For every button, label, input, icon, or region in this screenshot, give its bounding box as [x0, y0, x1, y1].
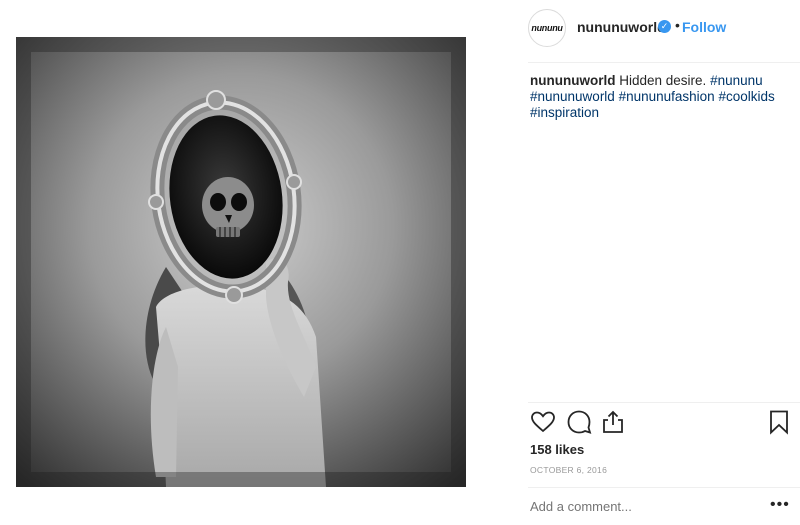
username-link[interactable]: nununuworld: [577, 19, 666, 35]
bookmark-icon[interactable]: [766, 409, 792, 435]
hashtag-link[interactable]: #nununu: [710, 73, 763, 88]
hashtag-link[interactable]: #inspiration: [530, 105, 599, 120]
share-icon[interactable]: [600, 409, 626, 435]
action-bar: [528, 409, 792, 437]
comment-input[interactable]: [530, 499, 760, 514]
avatar-logo-text: nununu: [531, 23, 563, 33]
header-separator: •: [675, 17, 680, 33]
comment-icon[interactable]: [566, 409, 592, 435]
avatar[interactable]: nununu: [528, 9, 566, 47]
photo-illustration: [16, 37, 466, 487]
divider: [528, 402, 800, 403]
hashtag-link[interactable]: #coolkids: [718, 89, 774, 104]
follow-button[interactable]: Follow: [682, 19, 726, 35]
divider: [528, 487, 800, 488]
divider: [528, 62, 800, 63]
post-header: nununu nununuworld ✓ • Follow: [516, 0, 800, 56]
caption-text: Hidden desire.: [619, 73, 707, 88]
more-options-icon[interactable]: •••: [770, 496, 790, 514]
post-date[interactable]: OCTOBER 6, 2016: [530, 465, 607, 475]
hashtag-link[interactable]: #nununuworld: [530, 89, 615, 104]
hashtag-link[interactable]: #nununufashion: [619, 89, 715, 104]
post-caption: nununuworld Hidden desire. #nununu #nunu…: [530, 73, 792, 121]
verified-badge-icon: ✓: [658, 20, 671, 33]
caption-username[interactable]: nununuworld: [530, 73, 615, 88]
heart-icon[interactable]: [530, 409, 556, 435]
post-image[interactable]: [16, 37, 466, 487]
post-panel: nununu nununuworld ✓ • Follow nununuworl…: [516, 0, 800, 525]
likes-count[interactable]: 158 likes: [530, 442, 584, 457]
